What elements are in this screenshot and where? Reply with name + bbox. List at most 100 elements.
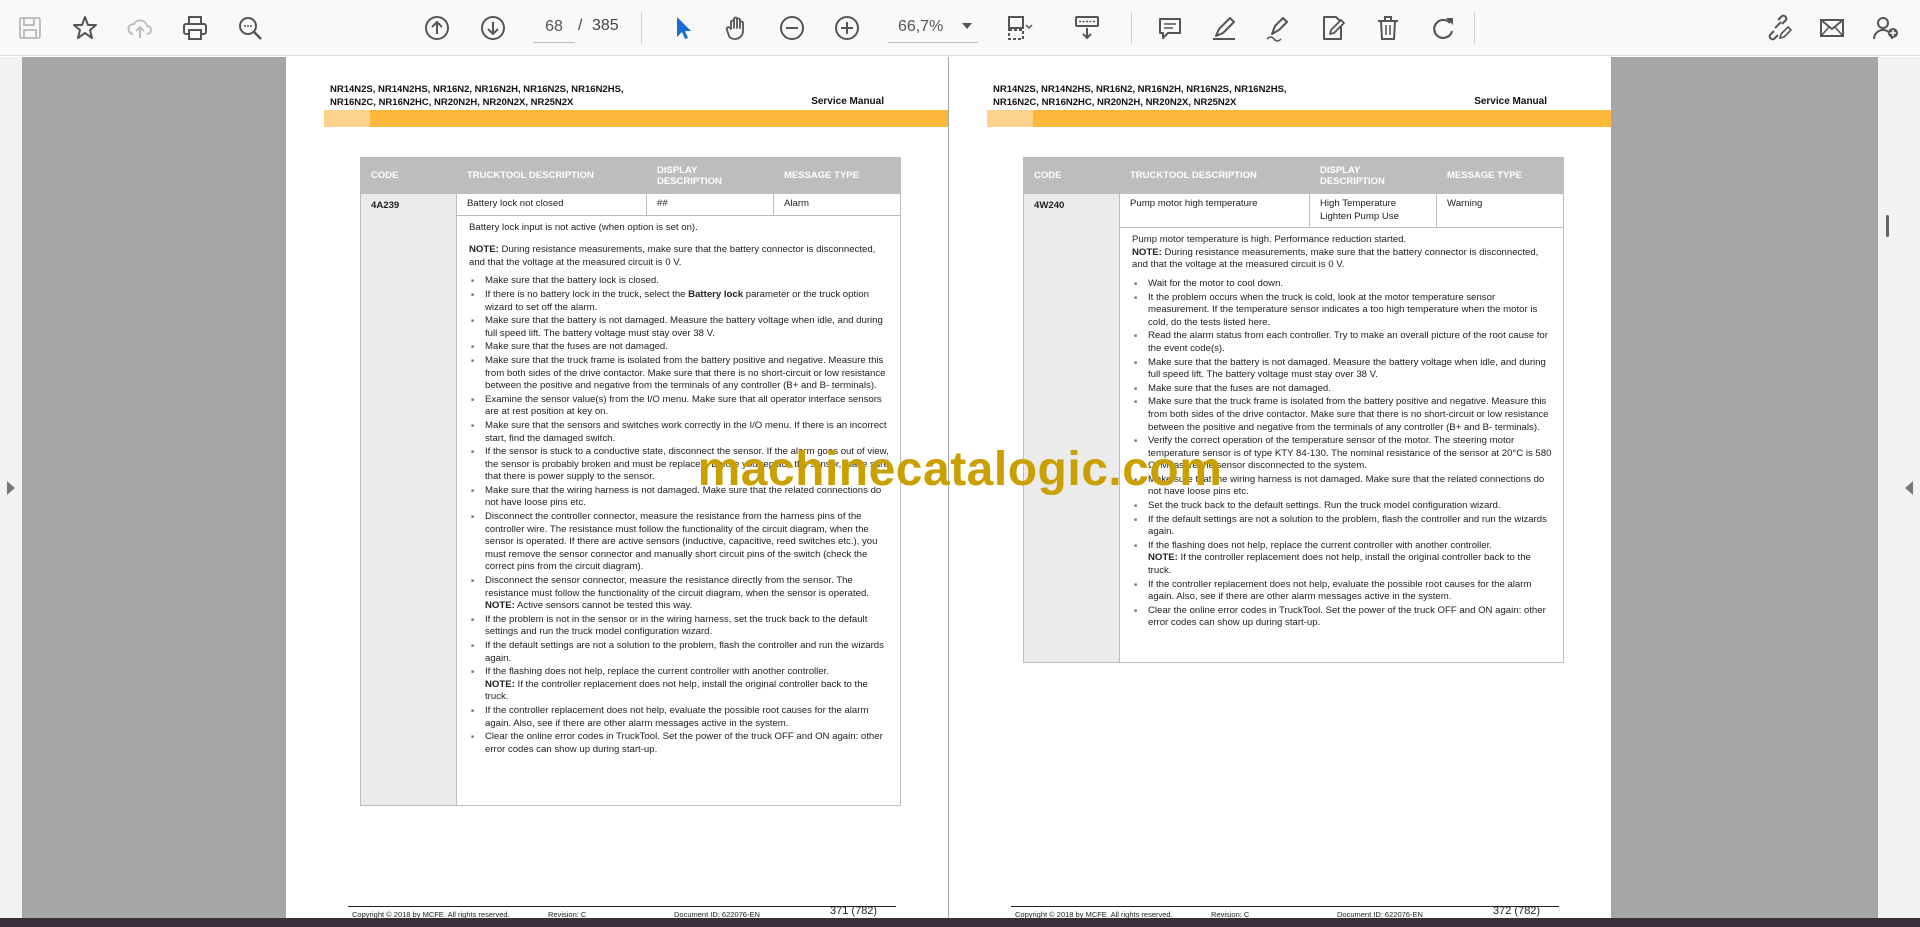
header-display-description: DISPLAY DESCRIPTION [1309,157,1437,194]
troubleshooting-cell: Pump motor temperature is high. Performa… [1119,227,1564,664]
event-code: 4A239 [360,193,457,806]
scrollbar-thumb[interactable] [1886,215,1889,237]
highlight-pen-icon[interactable] [1205,9,1243,47]
page-header-title: Service Manual [1474,96,1547,107]
header-accent-band [324,110,948,127]
list-item: Clear the online error codes in TruckToo… [1132,605,1553,630]
list-item: Make sure that the battery lock is close… [469,275,890,288]
keyboard-download-icon[interactable] [1068,9,1106,47]
print-icon[interactable] [176,9,214,47]
note-label: NOTE: [469,244,499,256]
list-item: Read the alarm status from each controll… [1132,330,1553,355]
list-item: If there is no battery lock in the truck… [469,289,890,314]
document-viewport[interactable]: NR14N2S, NR14N2HS, NR16N2, NR16N2H, NR16… [0,57,1920,927]
step-text: If there is no battery lock in the truck… [485,288,689,300]
step-text: If the flashing does not help, replace t… [485,666,829,678]
list-item: Make sure that the wiring harness is not… [1132,474,1553,499]
redo-rotate-icon[interactable] [1424,9,1462,47]
troubleshooting-cell: Battery lock input is not active (when o… [456,214,901,806]
footer-page-number: 372 (782) [1493,905,1541,917]
page-header-models: NR14N2S, NR14N2HS, NR16N2, NR16N2H, NR16… [330,83,624,109]
previous-page-icon[interactable] [418,9,456,47]
step-text: Disconnect the sensor connector, measure… [485,575,869,599]
footer-page-number: 371 (782) [830,905,878,917]
sign-pen-icon[interactable] [1259,9,1297,47]
list-item: Make sure that the fuses are not damaged… [1132,383,1553,396]
list-item: If the controller replacement does not h… [1132,579,1553,604]
list-item: Make sure that the wiring harness is not… [469,485,890,510]
header-code: CODE [360,157,457,194]
list-item: If the flashing does not help, replace t… [1132,540,1553,578]
save-icon[interactable] [11,9,49,47]
event-intro: Battery lock input is not active (when o… [469,221,698,233]
display-description-line1: High Temperature [1320,198,1397,209]
select-cursor-icon[interactable] [664,9,702,47]
step-text: If the flashing does not help, replace t… [1148,539,1492,551]
cloud-upload-icon[interactable] [121,9,159,47]
zoom-out-icon[interactable] [773,9,811,47]
header-message-type: MESSAGE TYPE [1436,157,1564,194]
header-display-description: DISPLAY DESCRIPTION [646,157,774,194]
zoom-level-value: 66,7% [898,17,944,35]
list-item: Make sure that the truck frame is isolat… [1132,396,1553,434]
zoom-in-icon[interactable] [828,9,866,47]
note-text: If the controller replacement does not h… [1148,552,1531,577]
display-description: High Temperature Lighten Pump Use [1309,192,1437,229]
comment-icon[interactable] [1151,9,1189,47]
note-label: NOTE: [485,600,515,612]
message-table: CODE TRUCKTOOL DESCRIPTION DISPLAY DESCR… [1023,157,1564,664]
note-text: Active sensors cannot be tested this way… [514,600,693,612]
list-item: Make sure that the battery is not damage… [1132,357,1553,382]
list-item: If the sensor is stuck to a conductive s… [469,446,890,484]
troubleshooting-steps: Wait for the motor to cool down. It the … [1132,278,1553,630]
parameter-name: Battery lock [688,288,744,300]
table-row: 4W240 Pump motor high temperature High T… [1023,192,1564,664]
note-label: NOTE: [485,678,515,690]
header-accent-band [987,110,1611,127]
event-code: 4W240 [1023,192,1120,664]
list-item: If the default settings are not a soluti… [469,640,890,665]
message-table: CODE TRUCKTOOL DESCRIPTION DISPLAY DESCR… [360,157,901,806]
edit-document-icon[interactable] [1314,9,1352,47]
link-edit-icon[interactable] [1759,9,1797,47]
zoom-search-icon[interactable] [231,9,269,47]
list-item: It the problem occurs when the truck is … [1132,292,1553,330]
note-paragraph: NOTE: During resistance measurements, ma… [469,244,890,269]
note-text: During resistance measurements, make sur… [1132,246,1539,271]
expand-left-panel-icon[interactable] [7,481,15,495]
expand-right-panel-icon[interactable] [1905,481,1913,495]
table-header-row: CODE TRUCKTOOL DESCRIPTION DISPLAY DESCR… [360,157,901,194]
page-layout-icon[interactable] [1000,9,1038,47]
list-item: Wait for the motor to cool down. [1132,278,1553,291]
message-type: Warning [1436,192,1564,229]
bottom-edge-bar [0,918,1920,927]
page-header-models: NR14N2S, NR14N2HS, NR16N2, NR16N2H, NR16… [993,83,1287,109]
list-item: Disconnect the sensor connector, measure… [469,575,890,613]
header-models-line1: NR14N2S, NR14N2HS, NR16N2, NR16N2H, NR16… [330,84,624,95]
note-text: If the controller replacement does not h… [485,678,868,703]
header-models-line2: NR16N2C, NR16N2HC, NR20N2H, NR20N2X, NR2… [330,97,574,108]
header-code: CODE [1023,157,1120,194]
add-user-icon[interactable] [1867,9,1905,47]
page-number-input[interactable] [533,11,575,43]
delete-trash-icon[interactable] [1369,9,1407,47]
separator [1474,12,1475,44]
email-icon[interactable] [1813,9,1851,47]
troubleshooting-steps: Make sure that the battery lock is close… [469,275,890,756]
event-intro: Pump motor temperature is high. Performa… [1132,234,1407,246]
header-models-line2: NR16N2C, NR16N2HC, NR20N2H, NR20N2X, NR2… [993,97,1237,108]
page-footer: Copyright © 2018 by MCFE. All rights res… [348,905,896,919]
zoom-level-select[interactable]: 66,7% [888,11,978,43]
separator [641,12,642,44]
list-item: If the problem is not in the sensor or i… [469,614,890,639]
bookmark-star-icon[interactable] [66,9,104,47]
list-item: Verify the correct operation of the temp… [1132,435,1553,473]
chevron-down-icon [962,23,972,29]
separator [1131,12,1132,44]
hand-tool-icon[interactable] [718,9,756,47]
trucktool-description: Battery lock not closed [456,193,647,216]
vertical-scrollbar[interactable] [1883,57,1895,927]
header-message-type: MESSAGE TYPE [773,157,901,194]
table-row: 4A239 Battery lock not closed ## Alarm [360,193,901,806]
next-page-icon[interactable] [474,9,512,47]
